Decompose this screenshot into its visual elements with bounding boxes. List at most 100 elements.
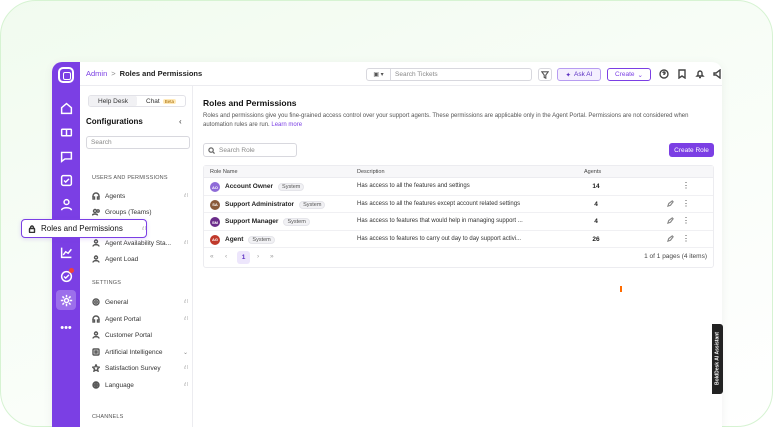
tasks-icon[interactable]	[58, 172, 74, 188]
create-button[interactable]: Create ⌄	[607, 68, 651, 81]
role-avatar: SA	[210, 199, 220, 210]
table-row[interactable]: SM Support Manager System Has access to f…	[204, 213, 713, 231]
ai-sparkle-icon: ✦	[565, 71, 571, 79]
collapse-sidebar-icon[interactable]: ‹	[179, 117, 182, 126]
role-avatar: AO	[210, 182, 220, 192]
ai-icon	[92, 348, 100, 356]
table-row[interactable]: SA Support Administrator System Has acces…	[204, 196, 713, 213]
nav-rail: •••	[52, 62, 80, 427]
sidebar-item-label: Groups (Teams)	[105, 208, 152, 216]
help-icon[interactable]	[658, 68, 670, 80]
config-search-input[interactable]: Search	[86, 136, 190, 149]
role-name: Support Administrator System	[225, 200, 326, 209]
more-options-icon[interactable]: ⋮	[682, 199, 690, 208]
breadcrumb-separator: >	[111, 69, 116, 78]
sidebar-item-general[interactable]: General ⛙	[92, 296, 188, 308]
ai-assistant-tab[interactable]: BoldDesk AI Assistant	[712, 324, 723, 394]
top-bar: Admin > Roles and Permissions ▣ ▾ Search…	[80, 62, 722, 86]
section-channels: CHANNELS	[92, 414, 124, 420]
role-description: Has access to features to carry out day …	[357, 235, 522, 242]
sidebar-item-label: Roles and Permissions	[41, 224, 123, 233]
tab-chat[interactable]: Chat Beta	[137, 96, 185, 106]
system-tag: System	[248, 235, 275, 244]
more-options-icon[interactable]: ⋮	[682, 181, 690, 190]
bell-icon[interactable]	[694, 68, 706, 80]
sidebar-item-language[interactable]: Language ⛙	[92, 379, 188, 391]
sitemap-icon: ⛙	[183, 240, 188, 246]
role-name-text: Account Owner	[225, 183, 274, 190]
column-agents: Agents	[584, 169, 602, 175]
role-name: Account Owner System	[225, 183, 305, 191]
role-description: Has access to all the features and setti…	[357, 183, 470, 189]
sitemap-icon: ⛙	[183, 193, 188, 199]
role-search-placeholder: Search Role	[219, 146, 255, 154]
sidebar-item-customer-portal[interactable]: Customer Portal	[92, 329, 188, 341]
helpdesk-chat-toggle: Help Desk Chat Beta	[88, 95, 186, 107]
search-scope-dropdown[interactable]: ▣ ▾	[367, 69, 391, 80]
contacts-icon[interactable]	[58, 196, 74, 212]
sidebar-item-groups[interactable]: Groups (Teams)	[92, 206, 188, 218]
ticket-icon[interactable]	[58, 124, 74, 140]
page-title: Roles and Permissions	[203, 98, 297, 108]
sidebar-item-roles-permissions[interactable]: Roles and Permissions ⛙	[21, 219, 147, 238]
gear-icon	[92, 298, 100, 306]
sidebar-item-agents[interactable]: Agents ⛙	[92, 190, 188, 202]
ask-ai-button[interactable]: ✦ Ask AI	[557, 68, 601, 81]
home-icon[interactable]	[58, 100, 74, 116]
more-options-icon[interactable]: ⋮	[682, 234, 690, 243]
pagination-info: 1 of 1 pages (4 items)	[644, 253, 707, 260]
page-description: Roles and permissions give you fine-grai…	[203, 112, 703, 130]
edit-pencil-icon[interactable]	[666, 234, 675, 243]
configurations-title: Configurations	[86, 117, 143, 126]
sidebar-item-satisfaction-survey[interactable]: Satisfaction Survey ⛙	[92, 362, 188, 374]
sidebar-item-artificial-intelligence[interactable]: Artificial Intelligence ⌄	[92, 346, 188, 358]
sitemap-icon: ⛙	[141, 225, 146, 232]
breadcrumb-admin-link[interactable]: Admin	[86, 69, 107, 78]
role-name-text: Support Administrator	[225, 200, 295, 208]
sidebar-item-agent-availability[interactable]: Agent Availability Sta... ⛙	[92, 237, 188, 249]
chat-icon[interactable]	[58, 148, 74, 164]
tab-help-desk-label: Help Desk	[98, 97, 128, 105]
ticket-search-input[interactable]: ▣ ▾ Search Tickets	[366, 68, 532, 81]
sidebar-item-label: Agent Load	[105, 255, 139, 263]
edit-pencil-icon[interactable]	[666, 199, 675, 208]
sidebar-item-agent-load[interactable]: Agent Load	[92, 253, 188, 265]
next-page-button[interactable]: ›	[257, 253, 259, 260]
admin-settings-icon[interactable]	[56, 290, 76, 310]
role-search-input[interactable]: Search Role	[203, 143, 297, 157]
bookmark-icon[interactable]	[676, 68, 688, 80]
table-row[interactable]: AG Agent System Has access to features to…	[204, 231, 713, 248]
system-tag: System	[278, 183, 305, 191]
notification-dot	[69, 268, 74, 273]
role-description: Has access to features that would help i…	[357, 218, 523, 224]
system-tag: System	[283, 218, 310, 226]
edit-pencil-icon[interactable]	[666, 217, 675, 225]
learn-more-link[interactable]: Learn more	[271, 122, 302, 128]
sidebar-item-label: Agents	[105, 192, 126, 200]
sidebar-item-agent-portal[interactable]: Agent Portal ⛙	[92, 313, 188, 325]
last-page-button[interactable]: »	[270, 253, 274, 260]
filter-icon	[541, 70, 549, 79]
breadcrumb: Admin > Roles and Permissions	[86, 69, 202, 78]
reports-icon[interactable]	[58, 244, 74, 260]
sitemap-icon: ⛙	[183, 316, 188, 322]
announcement-icon[interactable]	[712, 68, 722, 80]
more-options-icon[interactable]: ⋮	[682, 216, 690, 225]
roles-table: Role Name Description Agents AO Account …	[203, 165, 714, 268]
configurations-sidebar: Help Desk Chat Beta Configurations ‹ Sear…	[80, 86, 193, 427]
page-number-button[interactable]: 1	[237, 251, 250, 264]
role-agent-count: 4	[594, 218, 598, 225]
first-page-button[interactable]: «	[210, 253, 214, 260]
section-users-permissions: USERS AND PERMISSIONS	[92, 175, 168, 181]
sidebar-item-label: Agent Availability Sta...	[105, 239, 172, 247]
column-description: Description	[357, 169, 385, 175]
prev-page-button[interactable]: ‹	[225, 253, 227, 260]
tab-help-desk[interactable]: Help Desk	[89, 96, 137, 106]
app-logo-icon[interactable]	[58, 67, 74, 83]
filter-button[interactable]	[538, 68, 552, 81]
sidebar-item-label: Customer Portal	[105, 331, 152, 339]
create-role-button[interactable]: Create Role	[669, 143, 714, 157]
more-icon[interactable]: •••	[58, 320, 74, 336]
globe-icon	[92, 381, 100, 389]
table-row[interactable]: AO Account Owner System Has access to all…	[204, 178, 713, 196]
